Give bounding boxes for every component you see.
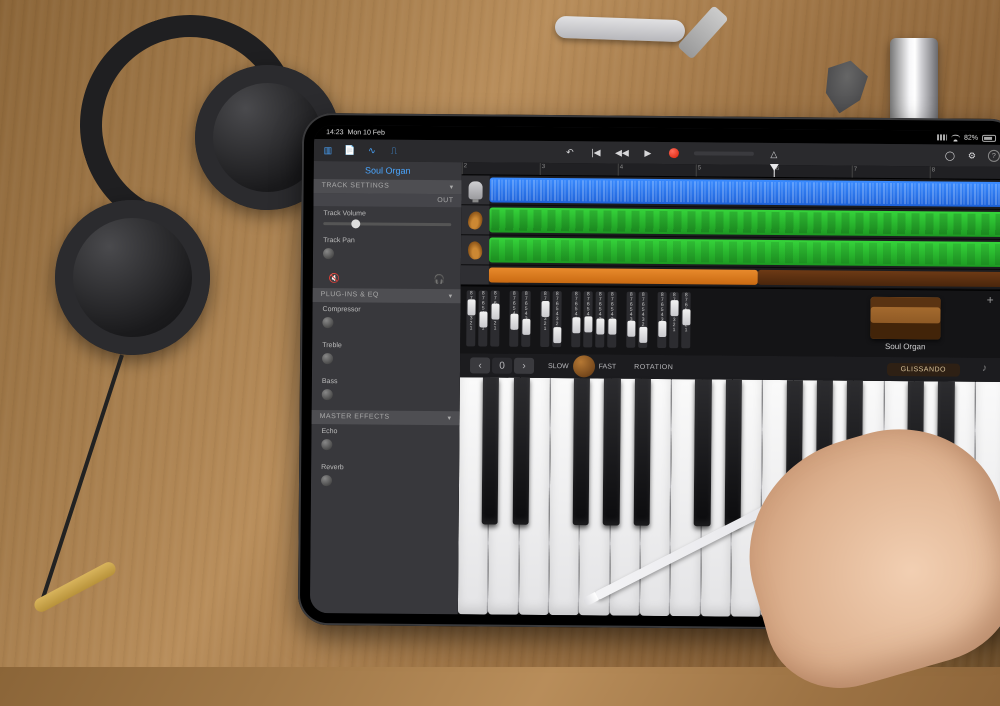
tracks-area <box>461 175 1000 290</box>
white-key[interactable] <box>579 378 611 615</box>
mute-button[interactable]: 🔇 <box>329 273 340 284</box>
guitar-icon <box>467 210 485 231</box>
track-volume-slider[interactable] <box>323 222 451 226</box>
track-settings-sidebar: Soul Organ TRACK SETTINGS▾ OUT Track Vol… <box>310 161 462 614</box>
track-2-midi[interactable] <box>461 205 1000 240</box>
bass-dial[interactable] <box>322 389 333 400</box>
signal-icon <box>937 134 947 140</box>
acoustic-guitar-icon <box>467 240 483 260</box>
drawbar[interactable]: 87654321 <box>490 291 499 347</box>
adapter-plug-prop <box>555 16 686 43</box>
octave-down-button[interactable]: ‹ <box>470 357 490 373</box>
track-volume-label: Track Volume <box>323 210 451 218</box>
track-controls-button[interactable]: ∿ <box>366 144 378 156</box>
sidebar-instrument-title[interactable]: Soul Organ <box>314 161 462 180</box>
loop-browser-button[interactable]: ◯ <box>944 149 956 161</box>
treble-dial[interactable] <box>322 353 333 364</box>
track-pan-label: Track Pan <box>323 237 451 245</box>
drawbar[interactable]: 87654321 <box>478 290 487 346</box>
drawbar[interactable]: 87654321 <box>607 292 616 348</box>
status-time-date: 14:23 Mon 10 Feb <box>326 129 385 137</box>
add-track-button[interactable]: + <box>987 294 1000 308</box>
white-key[interactable] <box>519 378 551 615</box>
drawbar[interactable]: 87654321 <box>669 292 678 348</box>
octave-value: 0 <box>492 358 512 374</box>
go-to-start-button[interactable]: |◀ <box>590 146 602 158</box>
drawbars: 8765432187654321876543218765432187654321… <box>460 286 697 355</box>
drawbar[interactable]: 87654321 <box>583 291 592 347</box>
section-plugins-eq[interactable]: PLUG-INS & EQ▾ <box>313 288 461 303</box>
midi-clip[interactable] <box>489 208 1000 238</box>
instrument-strip: + 87654321876543218765432187654321876543… <box>460 285 1000 358</box>
master-volume-slider[interactable] <box>694 151 754 156</box>
rewind-button[interactable]: ◀◀ <box>616 147 628 159</box>
drawbar[interactable]: 87654321 <box>626 292 635 348</box>
instrument-preview[interactable]: Soul Organ <box>816 289 1000 358</box>
track-pan-dial[interactable] <box>323 248 334 259</box>
rotation-slow-label: SLOW <box>548 363 569 370</box>
sustain-icon[interactable]: ♪ <box>982 363 996 377</box>
track-3-midi[interactable] <box>461 235 1000 270</box>
track-volume-row[interactable]: Track Volume <box>313 206 461 234</box>
play-button[interactable]: ▶ <box>642 147 654 159</box>
drawbar[interactable]: 87654321 <box>552 291 561 347</box>
white-key[interactable] <box>700 379 732 616</box>
white-key[interactable] <box>549 378 581 615</box>
reverb-dial[interactable] <box>321 475 332 486</box>
white-key[interactable] <box>458 377 490 614</box>
undo-button[interactable]: ↶ <box>564 146 576 158</box>
drawbar[interactable]: 87654321 <box>521 291 530 347</box>
battery-percent: 82% <box>964 134 978 141</box>
drawbar[interactable]: 87654321 <box>571 291 580 347</box>
white-key[interactable] <box>488 378 520 615</box>
organ-icon <box>870 296 940 339</box>
compressor-row[interactable]: Compressor <box>312 302 460 339</box>
metronome-button[interactable]: △ <box>768 148 780 160</box>
microphone-icon <box>469 181 483 199</box>
rotation-knob[interactable] <box>573 355 595 377</box>
rotation-label: ROTATION <box>634 363 673 370</box>
track-pan-row[interactable]: Track Pan <box>313 233 461 270</box>
track-1-audio[interactable] <box>461 175 1000 210</box>
region-b[interactable] <box>758 270 1000 287</box>
rotation-control: SLOW FAST <box>548 355 616 378</box>
treble-row[interactable]: Treble <box>312 338 460 375</box>
glissando-button[interactable]: GLISSANDO <box>887 362 960 376</box>
section-master-effects[interactable]: MASTER EFFECTS▾ <box>312 410 460 425</box>
guitar-pick-prop <box>817 56 873 118</box>
white-key[interactable] <box>670 379 702 616</box>
bass-row[interactable]: Bass <box>312 374 460 411</box>
record-icon <box>669 148 679 158</box>
reverb-row[interactable]: Reverb <box>311 460 459 497</box>
audio-clip[interactable] <box>489 178 1000 208</box>
section-track-settings[interactable]: TRACK SETTINGS▾ <box>314 179 462 194</box>
drawbar[interactable]: 87654321 <box>657 292 666 348</box>
octave-switch: ‹ 0 › <box>470 357 534 374</box>
solo-button[interactable]: 🎧 <box>434 274 445 285</box>
compressor-dial[interactable] <box>322 317 333 328</box>
drawbar[interactable]: 87654321 <box>638 292 647 348</box>
echo-row[interactable]: Echo <box>311 424 459 461</box>
drawbar[interactable]: 87654321 <box>540 291 549 347</box>
midi-clip[interactable] <box>489 238 1000 268</box>
mixer-button[interactable]: ⎍ <box>388 145 400 157</box>
drawbar[interactable]: 87654321 <box>595 291 604 347</box>
region-a[interactable] <box>489 268 758 285</box>
rotation-fast-label: FAST <box>599 363 617 370</box>
my-songs-button[interactable]: ▥ <box>322 144 334 156</box>
record-button[interactable] <box>668 147 680 159</box>
help-button[interactable]: ? <box>988 150 1000 162</box>
white-key[interactable] <box>640 379 672 616</box>
drawbar[interactable]: 87654321 <box>466 290 475 346</box>
battery-icon <box>982 134 996 141</box>
drawbar[interactable]: 87654321 <box>681 292 690 348</box>
instrument-preview-label: Soul Organ <box>885 341 926 350</box>
drawbar[interactable]: 87654321 <box>509 291 518 347</box>
octave-up-button[interactable]: › <box>514 358 534 374</box>
section-output[interactable]: OUT <box>313 193 461 207</box>
browser-button[interactable]: 📄 <box>344 144 356 156</box>
settings-button[interactable]: ⚙ <box>966 150 978 162</box>
wifi-icon <box>951 134 960 141</box>
echo-dial[interactable] <box>321 439 332 450</box>
